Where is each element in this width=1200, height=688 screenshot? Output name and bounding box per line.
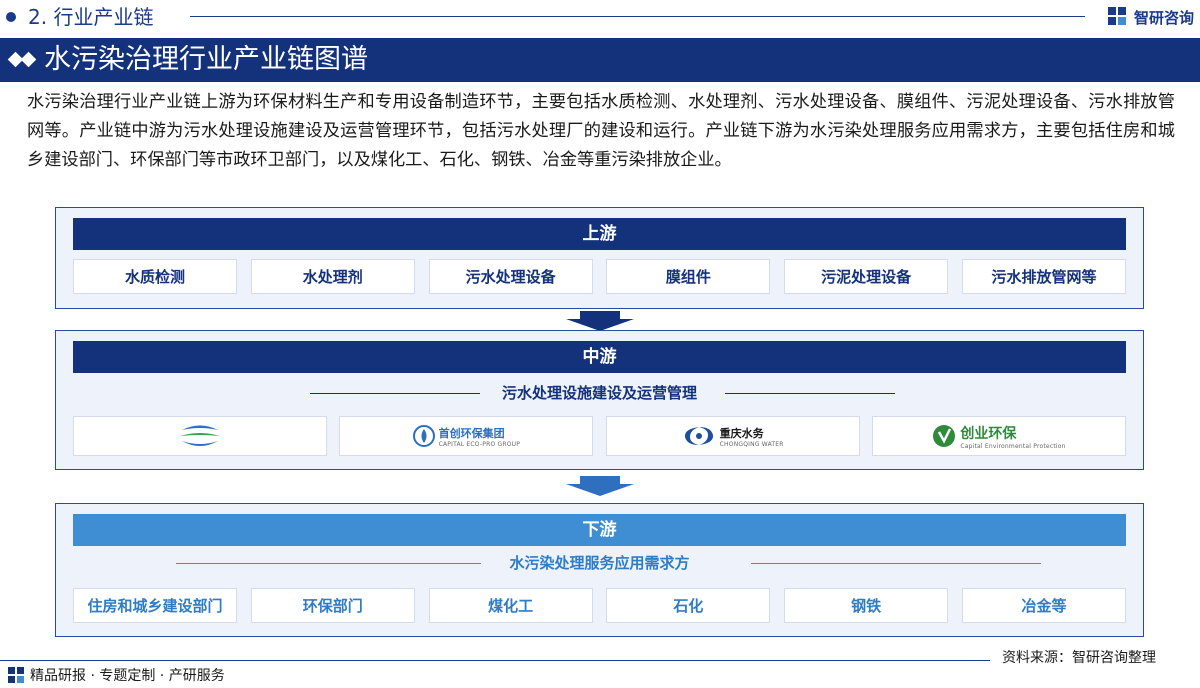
company-logo-card: 首创环保集团 CAPITAL ECO-PRO GROUP [339, 416, 594, 456]
company-name: 首创环保集团 [438, 426, 505, 440]
company-logo-card: 重庆水务 CHONGQING WATER [605, 416, 860, 456]
source-note: 资料来源：智研咨询整理 [1002, 650, 1156, 666]
top-bar: 2. 行业产业链 智研咨询 [0, 0, 1200, 34]
footer-slogan: 精品研报 · 专题定制 · 产研服务 [30, 668, 225, 684]
upstream-item: 水质检测 [73, 259, 237, 294]
downstream-item: 煤化工 [428, 588, 593, 623]
brand-mark-icon [1108, 7, 1128, 27]
downstream-items: 住房和城乡建设部门 环保部门 煤化工 石化 钢铁 冶金等 [73, 588, 1126, 623]
bottom-divider [0, 660, 990, 661]
upstream-item: 污泥处理设备 [784, 259, 949, 294]
downstream-subtitle-row: 水污染处理服务应用需求方 [73, 551, 1126, 575]
capital-eco-logo-icon [412, 425, 435, 447]
top-divider [190, 16, 1085, 17]
water-company-logo-icon [180, 425, 220, 446]
upstream-header: 上游 [73, 218, 1126, 250]
downstream-subtitle: 水污染处理服务应用需求方 [509, 554, 690, 572]
capital-env-logo-icon [933, 425, 956, 447]
upstream-items: 水质检测 水处理剂 污水处理设备 膜组件 污泥处理设备 污水排放管网等 [73, 259, 1126, 294]
company-logos: 首创环保集团 CAPITAL ECO-PRO GROUP 重庆水务 CHONGQ… [73, 416, 1126, 456]
intro-paragraph: 水污染治理行业产业链上游为环保材料生产和专用设备制造环节，主要包括水质检测、水处… [27, 92, 1175, 170]
company-subname: CHONGQING WATER [719, 440, 784, 448]
down-arrow-icon [566, 476, 634, 496]
upstream-item: 水处理剂 [250, 259, 415, 294]
diamond-icon [7, 51, 37, 68]
page-title: 水污染治理行业产业链图谱 [44, 44, 368, 75]
downstream-item: 住房和城乡建设部门 [73, 588, 237, 623]
downstream-item: 钢铁 [784, 588, 949, 623]
downstream-panel: 下游 水污染处理服务应用需求方 住房和城乡建设部门 环保部门 煤化工 石化 钢铁… [55, 503, 1144, 637]
bullet-dot [6, 12, 16, 22]
upstream-item: 污水排放管网等 [961, 259, 1126, 294]
midstream-subtitle-row: 污水处理设施建设及运营管理 [73, 381, 1126, 405]
brand-name: 智研咨询 [1134, 8, 1195, 27]
upstream-item: 污水处理设备 [428, 259, 593, 294]
company-logo-card [73, 416, 327, 456]
downstream-item: 环保部门 [250, 588, 415, 623]
company-name: 创业环保 [960, 425, 1017, 442]
midstream-header: 中游 [73, 341, 1126, 373]
company-subname: Capital Environmental Protection [960, 442, 1066, 450]
title-banner: 水污染治理行业产业链图谱 [0, 38, 1200, 82]
down-arrow-icon [566, 311, 634, 331]
upstream-item: 膜组件 [606, 259, 771, 294]
downstream-header: 下游 [73, 514, 1126, 546]
company-name: 重庆水务 [719, 426, 764, 440]
brand-logo: 智研咨询 [1108, 5, 1194, 29]
midstream-subtitle: 污水处理设施建设及运营管理 [501, 384, 697, 402]
downstream-item: 冶金等 [961, 588, 1126, 623]
chongqing-water-logo-icon [684, 427, 713, 445]
company-subname: CAPITAL ECO-PRO GROUP [438, 440, 521, 448]
company-logo-card: 创业环保 Capital Environmental Protection [871, 416, 1126, 456]
footer-brand-icon [8, 667, 24, 683]
downstream-item: 石化 [606, 588, 771, 623]
section-heading: 2. 行业产业链 [28, 5, 154, 29]
midstream-panel: 中游 污水处理设施建设及运营管理 首创环保集团 CAPITAL ECO-PRO … [55, 330, 1144, 470]
upstream-panel: 上游 水质检测 水处理剂 污水处理设备 膜组件 污泥处理设备 污水排放管网等 [55, 207, 1144, 309]
